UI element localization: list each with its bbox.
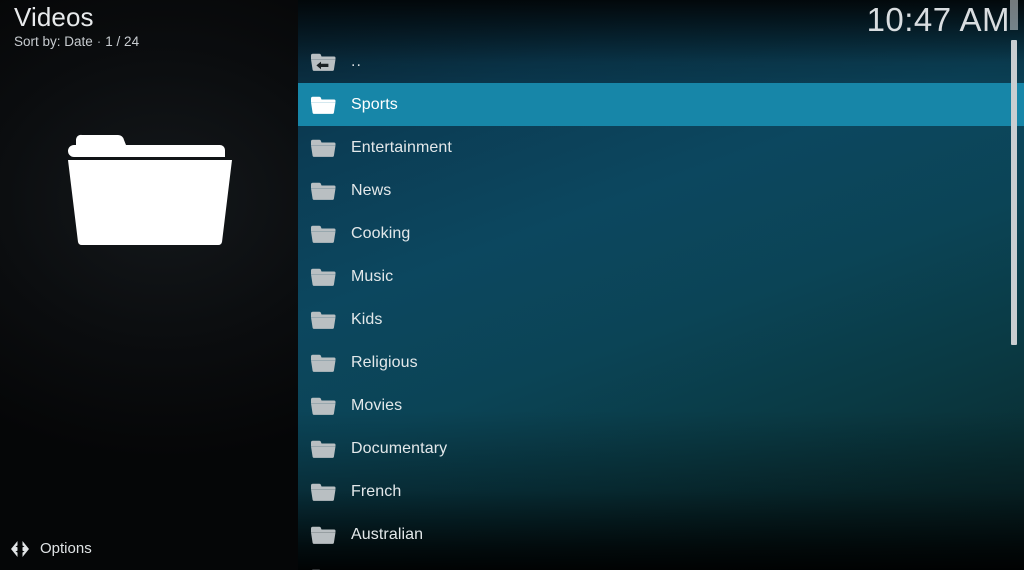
list-item[interactable]: Kids bbox=[298, 298, 1024, 341]
folder-up-icon bbox=[311, 53, 336, 71]
scrollbar[interactable] bbox=[1010, 0, 1021, 570]
list-item-label: Australian bbox=[351, 525, 424, 543]
list-item[interactable]: Music bbox=[298, 255, 1024, 298]
scrollbar-cap bbox=[1010, 0, 1018, 30]
list-item-label: .. bbox=[351, 52, 362, 70]
list-item[interactable]: News bbox=[298, 169, 1024, 212]
list-item[interactable]: Entertainment bbox=[298, 126, 1024, 169]
list-item[interactable]: Bangla bbox=[298, 556, 1024, 570]
folder-icon bbox=[311, 526, 336, 544]
folder-icon bbox=[311, 397, 336, 415]
list-item[interactable]: Movies bbox=[298, 384, 1024, 427]
file-list: .. Sports Entertainment News Cooking Music Kid… bbox=[298, 40, 1024, 570]
folder-icon bbox=[311, 354, 336, 372]
list-item[interactable]: Sports bbox=[298, 83, 1024, 126]
folder-icon bbox=[311, 440, 336, 458]
folder-icon bbox=[311, 268, 336, 286]
list-item[interactable]: Documentary bbox=[298, 427, 1024, 470]
list-item-label: Kids bbox=[351, 310, 383, 328]
folder-icon bbox=[311, 139, 336, 157]
scrollbar-thumb[interactable] bbox=[1011, 40, 1017, 345]
list-item-label: French bbox=[351, 482, 402, 500]
list-item-label: Documentary bbox=[351, 439, 448, 457]
folder-icon bbox=[311, 96, 336, 114]
list-item-label: Music bbox=[351, 267, 394, 285]
sort-label: Sort by: Date bbox=[14, 34, 93, 49]
list-item[interactable]: Australian bbox=[298, 513, 1024, 556]
list-item-label: Religious bbox=[351, 353, 418, 371]
left-right-arrows-icon bbox=[11, 541, 29, 557]
list-item[interactable]: Religious bbox=[298, 341, 1024, 384]
list-item[interactable]: Cooking bbox=[298, 212, 1024, 255]
clock: 10:47 AM bbox=[866, 1, 1010, 38]
sort-separator: · bbox=[96, 34, 102, 49]
list-item-parent[interactable]: .. bbox=[298, 40, 1024, 83]
item-position: 1 / 24 bbox=[105, 34, 140, 49]
list-item-label: News bbox=[351, 181, 392, 199]
folder-icon bbox=[311, 483, 336, 501]
folder-icon bbox=[311, 182, 336, 200]
list-item-label: Cooking bbox=[351, 224, 411, 242]
list-item-label: Entertainment bbox=[351, 138, 452, 156]
list-item[interactable]: French bbox=[298, 470, 1024, 513]
kodi-videos-screen: Videos Sort by: Date · 1 / 24 Options .. Sp… bbox=[0, 0, 1024, 570]
header-block: Videos Sort by: Date · 1 / 24 bbox=[14, 2, 284, 51]
list-item-label: Movies bbox=[351, 396, 403, 414]
list-item-label: Sports bbox=[351, 95, 398, 113]
options-button[interactable]: Options bbox=[0, 530, 298, 568]
options-label: Options bbox=[40, 540, 92, 557]
file-list-panel: .. Sports Entertainment News Cooking Music Kid… bbox=[298, 0, 1024, 570]
folder-icon bbox=[311, 225, 336, 243]
page-title: Videos bbox=[14, 2, 94, 32]
folder-icon bbox=[60, 113, 240, 246]
sort-info-line: Sort by: Date · 1 / 24 bbox=[14, 33, 284, 51]
folder-icon bbox=[311, 311, 336, 329]
left-info-panel: Videos Sort by: Date · 1 / 24 Options bbox=[0, 0, 298, 570]
